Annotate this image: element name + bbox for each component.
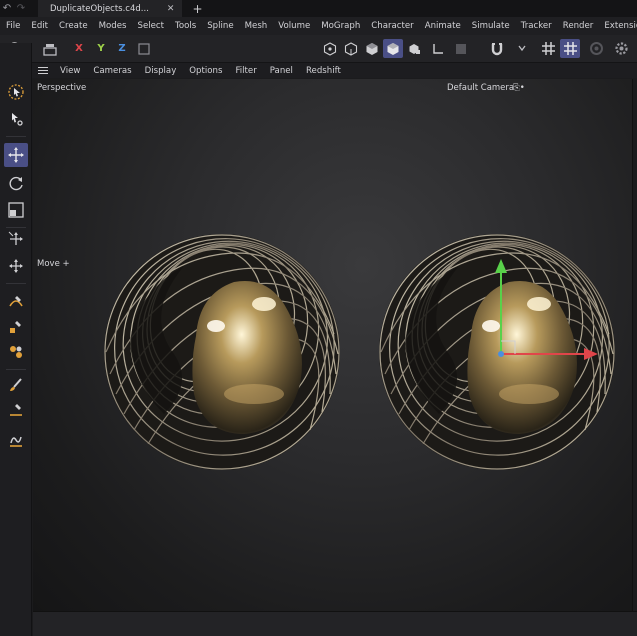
menu-animate[interactable]: Animate xyxy=(425,21,461,31)
viewport-menu-view[interactable]: View xyxy=(60,66,80,76)
live-selection-icon[interactable] xyxy=(4,80,28,104)
menu-simulate[interactable]: Simulate xyxy=(472,21,510,31)
gear-icon[interactable] xyxy=(611,39,631,58)
knife-icon[interactable] xyxy=(4,398,28,422)
main-menu-bar: File Edit Create Modes Select Tools Spli… xyxy=(0,17,637,35)
menu-mesh[interactable]: Mesh xyxy=(245,21,268,31)
grid-icon[interactable] xyxy=(538,39,558,58)
uv-mode-icon[interactable] xyxy=(428,39,448,58)
viewport-menu-options[interactable]: Options xyxy=(189,66,222,76)
menu-create[interactable]: Create xyxy=(59,21,88,31)
bottom-bar xyxy=(33,611,637,636)
axis-scale-icon[interactable] xyxy=(4,254,28,278)
menu-render[interactable]: Render xyxy=(563,21,594,31)
hamburger-menu-icon[interactable] xyxy=(38,67,48,74)
document-tab[interactable]: DuplicateObjects.c4d... ✕ xyxy=(38,0,183,17)
tool-palette xyxy=(0,43,32,636)
menu-mograph[interactable]: MoGraph xyxy=(321,21,360,31)
new-tab-button[interactable]: + xyxy=(192,2,202,16)
edges-mode-icon[interactable] xyxy=(341,39,361,58)
viewport-menu-panel[interactable]: Panel xyxy=(270,66,293,76)
render-settings-icon[interactable] xyxy=(586,39,606,58)
menu-volume[interactable]: Volume xyxy=(278,21,310,31)
polygons-mode-icon[interactable] xyxy=(362,39,382,58)
viewport-menu-cameras[interactable]: Cameras xyxy=(93,66,131,76)
viewport-menu-display[interactable]: Display xyxy=(145,66,177,76)
points-mode-icon[interactable] xyxy=(320,39,340,58)
coordinate-system-icon[interactable] xyxy=(40,39,60,58)
pen-square-icon[interactable] xyxy=(4,315,28,339)
perspective-viewport[interactable]: Perspective Default Camera ⎘• Move + xyxy=(33,79,633,611)
x-axis-lock-button[interactable]: X xyxy=(69,39,89,58)
viewport-menu-filter[interactable]: Filter xyxy=(235,66,256,76)
spline-smooth-icon[interactable] xyxy=(4,340,28,364)
z-axis-label: Z xyxy=(118,43,126,54)
menu-tracker[interactable]: Tracker xyxy=(521,21,552,31)
redo-icon[interactable]: ↷ xyxy=(14,3,28,14)
rotate-icon[interactable] xyxy=(4,171,28,195)
y-axis-lock-button[interactable]: Y xyxy=(91,39,111,58)
world-coordinates-icon[interactable] xyxy=(134,39,154,58)
transform-icon[interactable] xyxy=(4,107,28,131)
viewport-menu-bar: View Cameras Display Options Filter Pane… xyxy=(32,63,637,78)
workplane-grid-icon[interactable] xyxy=(560,39,580,58)
menu-extensions[interactable]: Extensions xyxy=(604,21,637,31)
menu-tools[interactable]: Tools xyxy=(175,21,196,31)
viewport-menu-redshift[interactable]: Redshift xyxy=(306,66,341,76)
menu-select[interactable]: Select xyxy=(138,21,165,31)
x-axis-label: X xyxy=(75,43,83,54)
main-toolbar: X Y Z xyxy=(0,35,637,63)
z-axis-lock-button[interactable]: Z xyxy=(112,39,132,58)
scene-render xyxy=(84,205,633,486)
model-mode-icon[interactable] xyxy=(383,39,403,58)
scale-icon[interactable] xyxy=(4,198,28,222)
z-axis-handle[interactable] xyxy=(498,351,504,357)
menu-modes[interactable]: Modes xyxy=(99,21,127,31)
tab-close-icon[interactable]: ✕ xyxy=(167,4,175,14)
spiral-shell-right[interactable] xyxy=(359,205,633,486)
menu-file[interactable]: File xyxy=(6,21,20,31)
smear-icon[interactable] xyxy=(4,428,28,452)
spiral-shell-left[interactable] xyxy=(84,205,365,486)
move-icon[interactable] xyxy=(4,143,28,167)
brush-icon[interactable] xyxy=(4,373,28,397)
axis-move-icon[interactable] xyxy=(4,227,28,251)
y-axis-label: Y xyxy=(97,43,105,54)
object-mode-icon[interactable] xyxy=(404,39,424,58)
snap-settings-icon[interactable] xyxy=(512,39,532,58)
snap-magnet-icon[interactable] xyxy=(487,39,507,58)
solo-mode-icon[interactable] xyxy=(451,39,471,58)
menu-character[interactable]: Character xyxy=(371,21,413,31)
document-tab-title: DuplicateObjects.c4d... xyxy=(50,3,149,14)
pen-icon[interactable] xyxy=(4,290,28,314)
title-bar: ↶ ↷ DuplicateObjects.c4d... ✕ + xyxy=(0,0,637,17)
menu-spline[interactable]: Spline xyxy=(207,21,233,31)
undo-icon[interactable]: ↶ xyxy=(0,3,14,14)
menu-edit[interactable]: Edit xyxy=(31,21,48,31)
